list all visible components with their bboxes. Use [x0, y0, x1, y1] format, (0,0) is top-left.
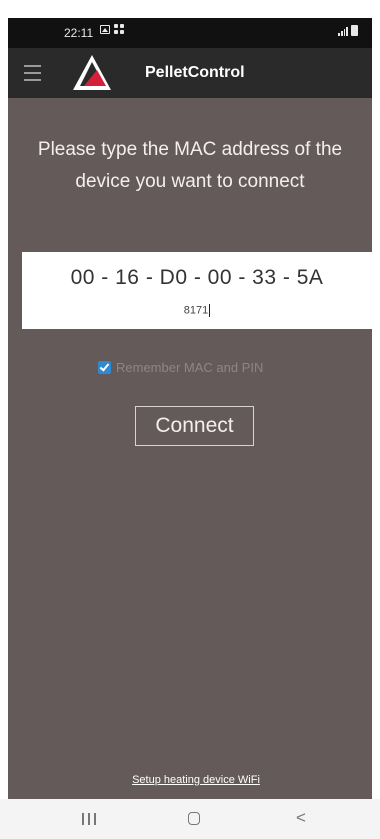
signal-icon	[338, 26, 348, 36]
text-cursor	[209, 304, 211, 317]
app-title: PelletControl	[145, 64, 245, 81]
red-triangle-logo-icon	[73, 55, 111, 90]
setup-wifi-link[interactable]: Setup heating device WiFi	[8, 774, 380, 786]
mac-address-field[interactable]: 00 - 16 - D0 - 00 - 33 - 5A	[22, 266, 372, 290]
main-content: Please type the MAC address of the devic…	[8, 98, 372, 799]
status-icons-right	[338, 25, 358, 36]
recent-apps-icon[interactable]	[82, 813, 96, 825]
grid-dots-icon	[114, 24, 124, 34]
navigation-bar: <	[0, 799, 380, 839]
back-chevron-icon[interactable]: <	[296, 808, 306, 828]
remember-checkbox[interactable]	[98, 361, 111, 374]
remember-label: Remember MAC and PIN	[116, 360, 264, 375]
mac-input-box[interactable]: 00 - 16 - D0 - 00 - 33 - 5A 8171	[22, 252, 372, 329]
image-icon	[100, 24, 110, 34]
connect-button[interactable]: Connect	[135, 406, 254, 446]
pin-field[interactable]: 8171	[22, 304, 372, 317]
pin-value: 8171	[183, 304, 209, 317]
hamburger-menu-icon[interactable]	[24, 65, 41, 81]
mac-prompt: Please type the MAC address of the devic…	[37, 139, 343, 192]
home-icon[interactable]	[188, 812, 200, 825]
app-bar: PelletControl	[8, 48, 372, 98]
remember-mac-pin-row[interactable]: Remember MAC and PIN	[98, 360, 263, 375]
status-icons-left	[100, 24, 124, 34]
status-bar: 22:11	[8, 18, 372, 48]
battery-icon	[351, 25, 358, 36]
phone-screen: 22:11 PelletControl Please type the MAC …	[0, 0, 380, 839]
status-time: 22:11	[64, 26, 94, 40]
